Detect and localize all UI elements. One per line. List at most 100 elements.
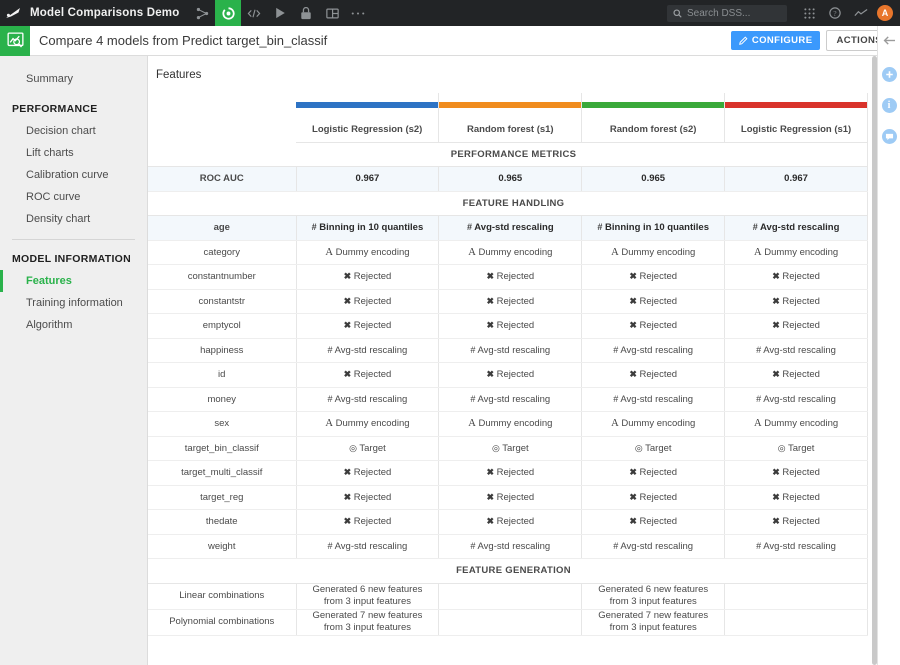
section-header-row: FEATURE GENERATION	[148, 558, 868, 584]
rejected-cross-icon: ✖	[772, 271, 780, 282]
sidebar-item-density-chart[interactable]: Density chart	[0, 208, 147, 230]
cell-3: # Avg-std rescaling	[724, 534, 868, 559]
table-row[interactable]: category A Dummy encoding A Dummy encoding…	[148, 240, 868, 265]
jobs-icon[interactable]	[293, 0, 319, 26]
rejected-cross-icon: ✖	[343, 271, 352, 282]
table-row[interactable]: target_multi_classif ✖ Rejected ✖ Rejected…	[148, 460, 868, 486]
categorical-letter-icon: A	[468, 418, 476, 430]
rejected-cross-icon: ✖	[629, 369, 637, 380]
numeric-hash-icon: #	[327, 344, 333, 355]
dataiku-logo-icon[interactable]	[0, 0, 26, 26]
run-icon[interactable]	[267, 0, 293, 26]
arrow-left-icon[interactable]	[883, 33, 896, 51]
search-input[interactable]: Search DSS...	[667, 4, 787, 22]
categorical-letter-icon: A	[611, 246, 619, 258]
table-row[interactable]: constantnumber ✖ Rejected ✖ Rejected ✖ Reje…	[148, 264, 868, 290]
row-label: weight	[148, 534, 297, 559]
categorical-letter-icon: A	[611, 418, 619, 430]
row-label: category	[148, 240, 297, 265]
avatar[interactable]: A	[877, 5, 893, 21]
table-row[interactable]: money # Avg-std rescaling # Avg-std rescal…	[148, 387, 868, 412]
project-name[interactable]: Model Comparisons Demo	[26, 7, 189, 19]
row-label: target_bin_classif	[148, 436, 297, 461]
column-color-bar	[724, 93, 868, 118]
panel-title: Features	[156, 69, 202, 81]
cell-3	[724, 609, 868, 636]
rejected-cross-icon: ✖	[772, 320, 780, 331]
table-row[interactable]: Linear combinations Generated 6 new featu…	[148, 583, 868, 610]
table-row[interactable]: age # Binning in 10 quantiles # Avg-std re…	[148, 215, 868, 241]
numeric-hash-icon: #	[466, 222, 472, 233]
main-content: Features Logistic Regression (s2) Random …	[148, 56, 877, 665]
column-header-3[interactable]: Logistic Regression (s1)	[724, 117, 868, 143]
sidebar-item-decision-chart[interactable]: Decision chart	[0, 120, 147, 142]
column-header-2[interactable]: Random forest (s2)	[581, 117, 726, 143]
flow-icon[interactable]	[189, 0, 215, 26]
cell-3: A Dummy encoding	[724, 411, 868, 437]
sidebar-item-training-information[interactable]: Training information	[0, 292, 147, 314]
dashboard-icon[interactable]	[319, 0, 345, 26]
table-row[interactable]: thedate ✖ Rejected ✖ Rejected ✖ Rejected ✖ R…	[148, 509, 868, 535]
lab-icon[interactable]	[215, 0, 242, 26]
sidebar-item-lift-charts[interactable]: Lift charts	[0, 142, 147, 164]
table-row[interactable]: target_bin_classif ◎ Target ◎ Target ◎ Targ…	[148, 436, 868, 461]
configure-button[interactable]: CONFIGURE	[730, 31, 821, 50]
rejected-cross-icon: ✖	[772, 491, 780, 502]
info-circle-icon[interactable]: i	[881, 98, 897, 113]
code-icon[interactable]	[241, 0, 267, 26]
comment-circle-icon[interactable]	[881, 129, 897, 144]
page-header-bar: Compare 4 models from Predict target_bin…	[0, 25, 900, 56]
more-icon[interactable]	[345, 0, 371, 26]
cell-0: ✖ Rejected	[296, 289, 440, 314]
sidebar-item-calibration-curve[interactable]: Calibration curve	[0, 164, 147, 186]
numeric-hash-icon: #	[613, 540, 619, 551]
row-label: target_multi_classif	[148, 460, 297, 486]
cell-3: # Avg-std rescaling	[724, 338, 868, 363]
table-row[interactable]: id ✖ Rejected ✖ Rejected ✖ Rejected ✖ Reject…	[148, 362, 868, 388]
table-row[interactable]: sex A Dummy encoding A Dummy encoding A Dum…	[148, 411, 868, 437]
cell-3: ◎ Target	[724, 436, 868, 461]
sidebar-item-summary[interactable]: Summary	[0, 68, 147, 90]
apps-grid-icon[interactable]	[796, 0, 822, 26]
add-circle-icon[interactable]	[881, 67, 897, 82]
table-row[interactable]: weight # Avg-std rescaling # Avg-std resca…	[148, 534, 868, 559]
cell-1: ✖ Rejected	[438, 362, 583, 388]
cell-0: 0.967	[296, 166, 440, 192]
row-label: happiness	[148, 338, 297, 363]
cell-2: ✖ Rejected	[581, 460, 726, 486]
cell-0: # Binning in 10 quantiles	[296, 215, 440, 241]
table-header-row: Logistic Regression (s2) Random forest (s…	[148, 117, 868, 143]
help-icon[interactable]: ?	[822, 0, 848, 26]
table-row[interactable]: target_reg ✖ Rejected ✖ Rejected ✖ Rejected…	[148, 485, 868, 510]
cell-2: # Avg-std rescaling	[581, 338, 726, 363]
numeric-hash-icon: #	[613, 393, 619, 404]
cell-1: ✖ Rejected	[438, 460, 583, 486]
row-label: constantnumber	[148, 264, 297, 290]
table-row[interactable]: Polynomial combinations Generated 7 new f…	[148, 609, 868, 636]
table-row[interactable]: ROC AUC 0.967 0.965 0.965 0.967	[148, 166, 868, 192]
column-color-bar	[581, 93, 726, 118]
row-label: Polynomial combinations	[148, 609, 297, 636]
activity-chart-icon[interactable]	[848, 0, 874, 26]
cell-0: ✖ Rejected	[296, 313, 440, 339]
cell-2: ✖ Rejected	[581, 313, 726, 339]
rejected-cross-icon: ✖	[486, 369, 495, 380]
sidebar-item-features[interactable]: Features	[0, 270, 147, 292]
rejected-cross-icon: ✖	[629, 271, 637, 282]
table-row[interactable]: happiness # Avg-std rescaling # Avg-std re…	[148, 338, 868, 363]
sidebar-item-algorithm[interactable]: Algorithm	[0, 314, 147, 336]
rejected-cross-icon: ✖	[629, 491, 637, 502]
table-row[interactable]: constantstr ✖ Rejected ✖ Rejected ✖ Rejecte…	[148, 289, 868, 314]
row-label: emptycol	[148, 313, 297, 339]
column-header-1[interactable]: Random forest (s1)	[438, 117, 583, 143]
model-comparison-table: Logistic Regression (s2) Random forest (s…	[148, 93, 868, 636]
table-row[interactable]: emptycol ✖ Rejected ✖ Rejected ✖ Rejected ✖ …	[148, 313, 868, 339]
cell-1: ✖ Rejected	[438, 313, 583, 339]
cell-2: A Dummy encoding	[581, 240, 726, 265]
left-sidebar: Summary PERFORMANCE Decision chart Lift …	[0, 56, 148, 665]
sidebar-item-roc-curve[interactable]: ROC curve	[0, 186, 147, 208]
column-header-0[interactable]: Logistic Regression (s2)	[296, 117, 440, 143]
rejected-cross-icon: ✖	[629, 320, 637, 331]
numeric-hash-icon: #	[752, 222, 758, 233]
rejected-cross-icon: ✖	[486, 491, 495, 502]
